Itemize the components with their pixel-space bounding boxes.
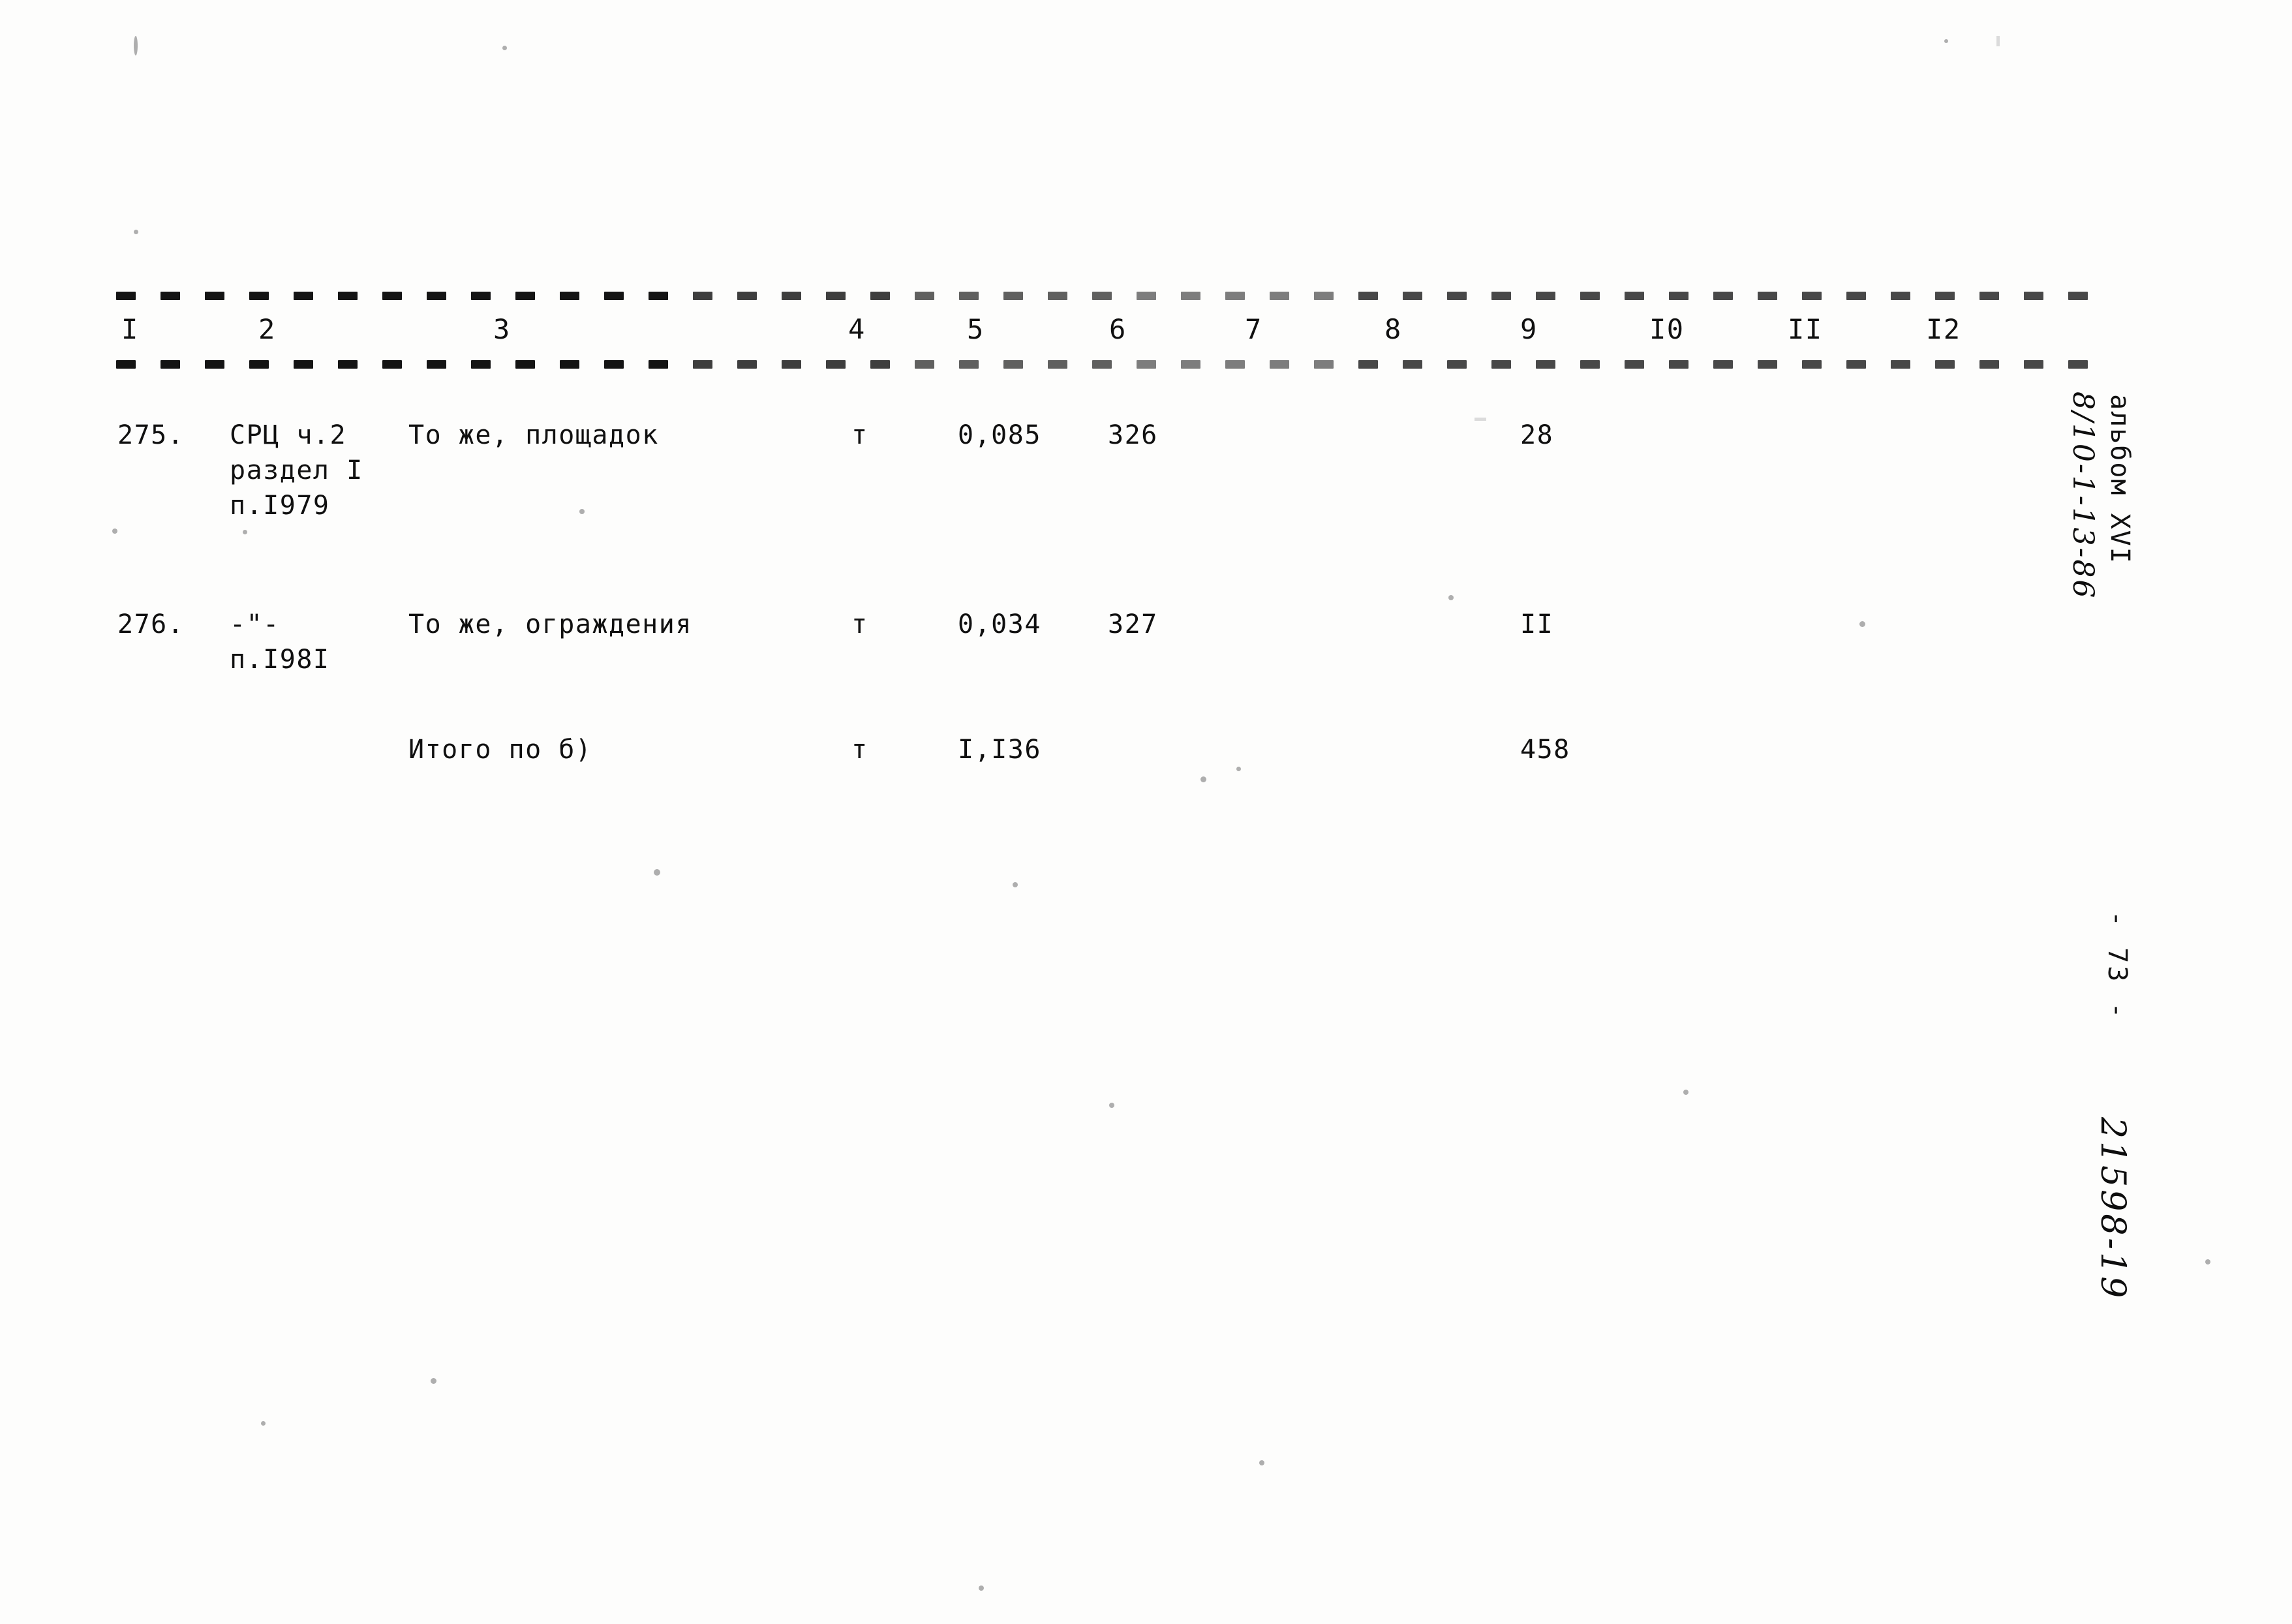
scan-speckle (1448, 595, 1454, 600)
scan-speckle (1013, 882, 1018, 887)
table-row-ref-line-1: -"- (230, 609, 280, 639)
table-header-rule (116, 360, 2152, 369)
column-header-9: 9 (1520, 313, 1538, 345)
scan-speckle (1683, 1090, 1688, 1095)
table-row-c5: 0,085 (958, 420, 1041, 450)
scan-speckle (1259, 1460, 1264, 1465)
total-row-label: Итого по б) (408, 735, 592, 765)
table-row-num: 276. (117, 609, 185, 639)
scan-smudge (1996, 36, 2000, 46)
scan-speckle (979, 1586, 984, 1591)
scanned-page: I 2 3 4 5 6 7 8 9 I0 II I2 275. СРЦ ч.2 … (0, 0, 2292, 1624)
scan-speckle (502, 46, 507, 50)
column-header-12: I2 (1926, 313, 1961, 345)
table-row-c6: 326 (1108, 420, 1158, 450)
table-row-ref-line-3: п.I979 (230, 491, 330, 521)
scan-speckle (1200, 776, 1206, 782)
scan-speckle (1236, 767, 1241, 771)
column-header-4: 4 (848, 313, 866, 345)
table-row-num: 275. (117, 420, 185, 450)
scan-speckle (243, 530, 247, 534)
total-row-c9: 458 (1520, 735, 1570, 765)
table-row-unit: т (851, 609, 868, 639)
table-row-c9: 28 (1520, 420, 1554, 450)
table-row-c9: II (1520, 609, 1554, 639)
scan-speckle (579, 509, 585, 514)
column-header-8: 8 (1384, 313, 1402, 345)
table-row-name: То же, площадок (408, 420, 659, 450)
scan-speckle (654, 869, 660, 876)
column-header-2: 2 (258, 313, 276, 345)
scan-speckle (1109, 1103, 1114, 1108)
scan-speckle (134, 230, 138, 234)
scan-speckle (112, 529, 117, 534)
table-row-c6: 327 (1108, 609, 1158, 639)
scan-speckle (134, 36, 138, 55)
column-header-7: 7 (1245, 313, 1262, 345)
table-row-unit: т (851, 420, 868, 450)
column-header-6: 6 (1109, 313, 1127, 345)
table-row-c5: 0,034 (958, 609, 1041, 639)
album-label: альбом XVI (2105, 394, 2135, 564)
column-header-1: I (121, 313, 139, 345)
handwritten-doc-number: 21598-19 (2093, 1117, 2132, 1301)
table-row-ref-line-1: СРЦ ч.2 (230, 420, 347, 450)
scan-speckle (1944, 39, 1948, 43)
column-header-5: 5 (967, 313, 985, 345)
table-top-rule (116, 292, 2152, 300)
handwritten-code: 8/10-1-13-86 (2066, 391, 2100, 600)
column-header-11: II (1788, 313, 1823, 345)
column-header-10: I0 (1649, 313, 1685, 345)
table-row-ref-line-2: п.I98I (230, 645, 330, 675)
total-row-c5: I,I36 (958, 735, 1041, 765)
scan-speckle (1859, 621, 1865, 627)
scan-speckle (261, 1421, 266, 1426)
scan-smudge (1475, 418, 1486, 421)
scan-speckle (431, 1378, 436, 1384)
table-row-name: То же, ограждения (408, 609, 692, 639)
scan-speckle (2205, 1259, 2210, 1264)
column-header-3: 3 (493, 313, 511, 345)
table-row-ref-line-2: раздел I (230, 455, 363, 485)
page-number: - 73 - (2102, 911, 2132, 1021)
total-row-unit: т (851, 735, 868, 765)
